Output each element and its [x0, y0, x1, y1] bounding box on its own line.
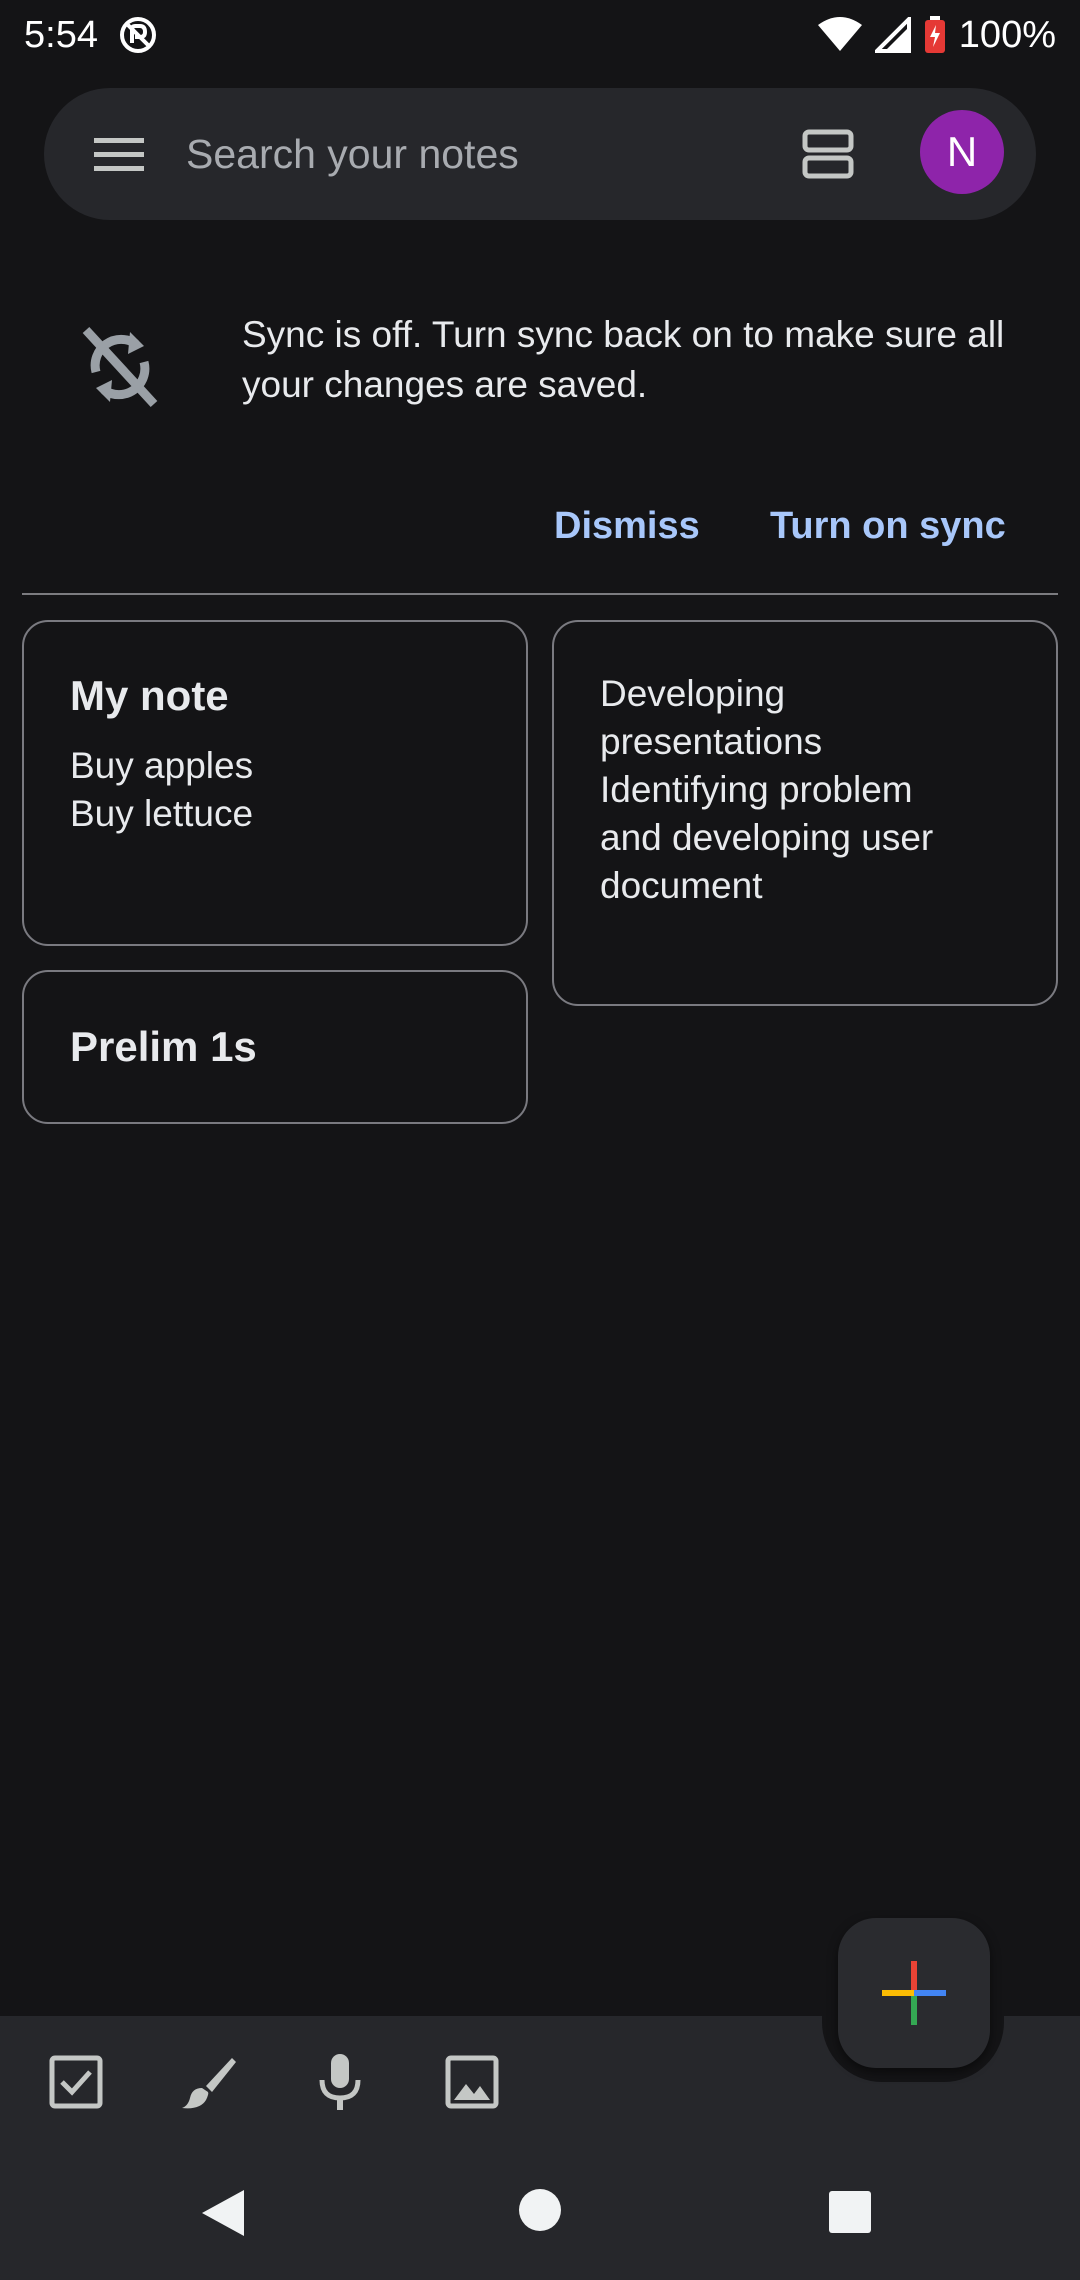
battery-icon: [923, 16, 947, 54]
avatar[interactable]: N: [920, 110, 1004, 194]
keep-notes-screen: 5:54 100% Search your notes N Sync is of…: [0, 0, 1080, 2280]
checkbox-icon[interactable]: [44, 2050, 108, 2114]
status-left: 5:54: [24, 14, 158, 57]
search-input[interactable]: Search your notes: [186, 88, 519, 220]
new-note-button[interactable]: [838, 1918, 990, 2068]
sync-off-icon: [78, 322, 162, 412]
image-icon[interactable]: [440, 2050, 504, 2114]
home-icon[interactable]: [518, 2188, 562, 2237]
status-right: 100%: [817, 14, 1056, 57]
note-line: presentations: [600, 721, 823, 762]
recents-icon[interactable]: [828, 2190, 872, 2239]
plus-icon: [882, 1961, 946, 2025]
brush-icon[interactable]: [178, 2050, 242, 2114]
note-line: document: [600, 865, 763, 906]
wifi-icon: [817, 17, 863, 53]
note-title: My note: [70, 672, 229, 719]
mic-icon[interactable]: [308, 2050, 372, 2114]
do-not-disturb-icon: [118, 15, 158, 55]
back-icon[interactable]: [200, 2188, 246, 2243]
note-line: and developing user: [600, 817, 934, 858]
search-bar[interactable]: Search your notes N: [44, 88, 1036, 220]
note-line: Developing: [600, 673, 786, 714]
divider: [22, 593, 1058, 595]
status-time: 5:54: [24, 13, 98, 56]
turn-on-sync-button[interactable]: Turn on sync: [770, 490, 1006, 562]
note-card-my-note[interactable]: My note Buy apples Buy lettuce: [22, 620, 528, 946]
list-view-icon[interactable]: [800, 126, 856, 182]
navigation-bar: [0, 2146, 1080, 2280]
cell-signal-icon: [874, 17, 911, 53]
note-line: Buy lettuce: [70, 793, 254, 834]
battery-percentage: 100%: [958, 13, 1056, 56]
sync-message: Sync is off. Turn sync back on to make s…: [242, 314, 1005, 405]
note-line: Buy apples: [70, 745, 254, 786]
note-line: Identifying problem: [600, 769, 913, 810]
dismiss-button[interactable]: Dismiss: [554, 490, 700, 562]
note-card-developing[interactable]: Developing presentations Identifying pro…: [552, 620, 1058, 1006]
menu-icon[interactable]: [92, 128, 146, 180]
status-bar: 5:54 100%: [0, 0, 1080, 70]
note-card-prelim[interactable]: Prelim 1s: [22, 970, 528, 1124]
note-title: Prelim 1s: [70, 1023, 257, 1070]
sync-actions: Dismiss Turn on sync: [0, 490, 1080, 562]
